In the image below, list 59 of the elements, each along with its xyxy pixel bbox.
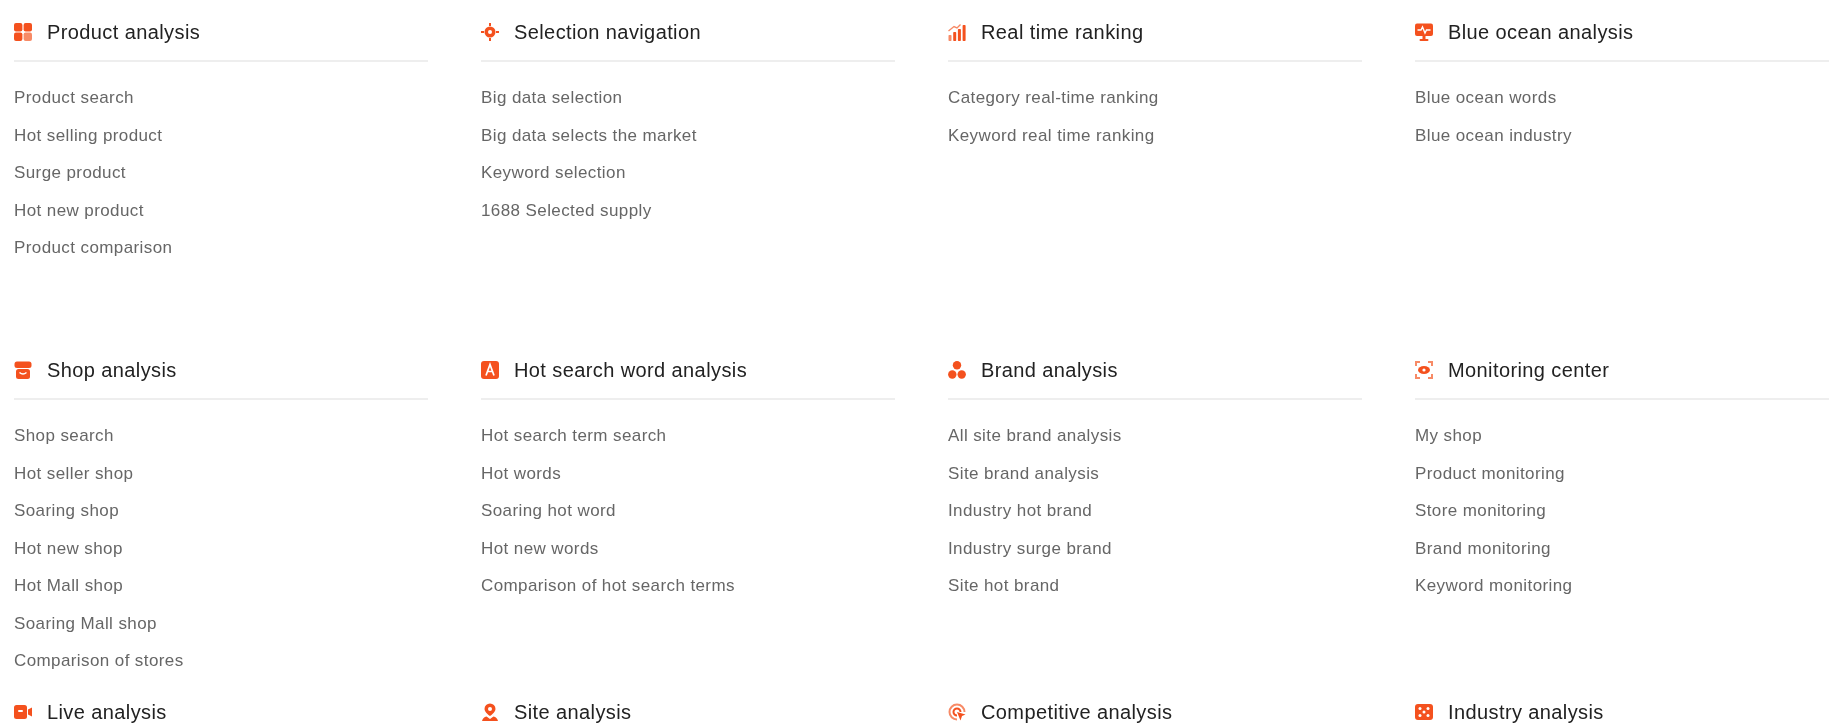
shop-icon (14, 361, 32, 379)
section-title: Shop analysis (47, 358, 177, 383)
nav-link[interactable]: Soaring hot word (481, 492, 616, 530)
section-title: Brand analysis (981, 358, 1118, 383)
video-camera-icon (14, 702, 32, 721)
nav-link[interactable]: Hot new product (14, 191, 144, 229)
nav-link[interactable]: Blue ocean industry (1415, 116, 1572, 154)
target-cursor-icon (948, 702, 966, 721)
nav-link[interactable]: Shop search (14, 417, 114, 455)
section-title: Site analysis (514, 699, 632, 725)
nav-link[interactable]: Big data selects the market (481, 116, 697, 154)
nav-link[interactable]: Hot words (481, 454, 562, 492)
nav-link[interactable]: 1688 Selected supply (481, 191, 652, 229)
nav-link[interactable]: Soaring shop (14, 492, 119, 530)
nav-link[interactable]: Hot new words (481, 529, 599, 567)
letter-a-icon (481, 361, 499, 379)
nav-link[interactable]: Comparison of stores (14, 642, 184, 680)
nav-link[interactable]: Category real-time ranking (948, 79, 1159, 117)
nav-link[interactable]: All site brand analysis (948, 417, 1122, 455)
section-title: Selection navigation (514, 20, 701, 45)
nav-link[interactable]: Hot search term search (481, 417, 667, 455)
section-title: Monitoring center (1448, 358, 1610, 383)
scan-eye-icon (1415, 361, 1433, 379)
nav-link[interactable]: Big data selection (481, 79, 623, 117)
nav-link[interactable]: Surge product (14, 154, 126, 192)
monitor-pulse-icon (1415, 23, 1433, 41)
nav-link[interactable]: Soaring Mall shop (14, 604, 157, 642)
section-title: Live analysis (47, 699, 167, 725)
section-title: Blue ocean analysis (1448, 20, 1634, 45)
bar-chart-icon (948, 23, 966, 41)
section-title: Industry analysis (1448, 699, 1604, 725)
nav-link[interactable]: Industry surge brand (948, 529, 1112, 567)
section-title: Competitive analysis (981, 699, 1173, 725)
nav-link[interactable]: Keyword monitoring (1415, 567, 1573, 605)
nav-link[interactable]: Store monitoring (1415, 492, 1547, 530)
nav-link[interactable]: Site hot brand (948, 567, 1060, 605)
nav-link[interactable]: Hot seller shop (14, 454, 134, 492)
nav-link[interactable]: Product comparison (14, 229, 173, 267)
dice-icon (1415, 702, 1433, 721)
nav-link[interactable]: Brand monitoring (1415, 529, 1551, 567)
section-title: Product analysis (47, 20, 201, 45)
nav-link[interactable]: Keyword real time ranking (948, 116, 1155, 154)
grid-icon (14, 23, 32, 41)
nav-link[interactable]: Industry hot brand (948, 492, 1093, 530)
section-title: Hot search word analysis (514, 358, 748, 383)
nav-link[interactable]: Keyword selection (481, 154, 626, 192)
nav-link[interactable]: Hot new shop (14, 529, 123, 567)
crosshair-icon (481, 23, 499, 41)
nav-link[interactable]: My shop (1415, 417, 1483, 455)
three-circles-icon (948, 361, 966, 379)
nav-link[interactable]: Hot Mall shop (14, 567, 124, 605)
nav-link[interactable]: Comparison of hot search terms (481, 567, 735, 605)
section-title: Real time ranking (981, 20, 1144, 45)
nav-link[interactable]: Site brand analysis (948, 454, 1100, 492)
map-pin-icon (481, 702, 499, 721)
nav-link[interactable]: Hot selling product (14, 116, 163, 154)
nav-link[interactable]: Blue ocean words (1415, 79, 1557, 117)
nav-link[interactable]: Product search (14, 79, 134, 117)
nav-link[interactable]: Product monitoring (1415, 454, 1565, 492)
